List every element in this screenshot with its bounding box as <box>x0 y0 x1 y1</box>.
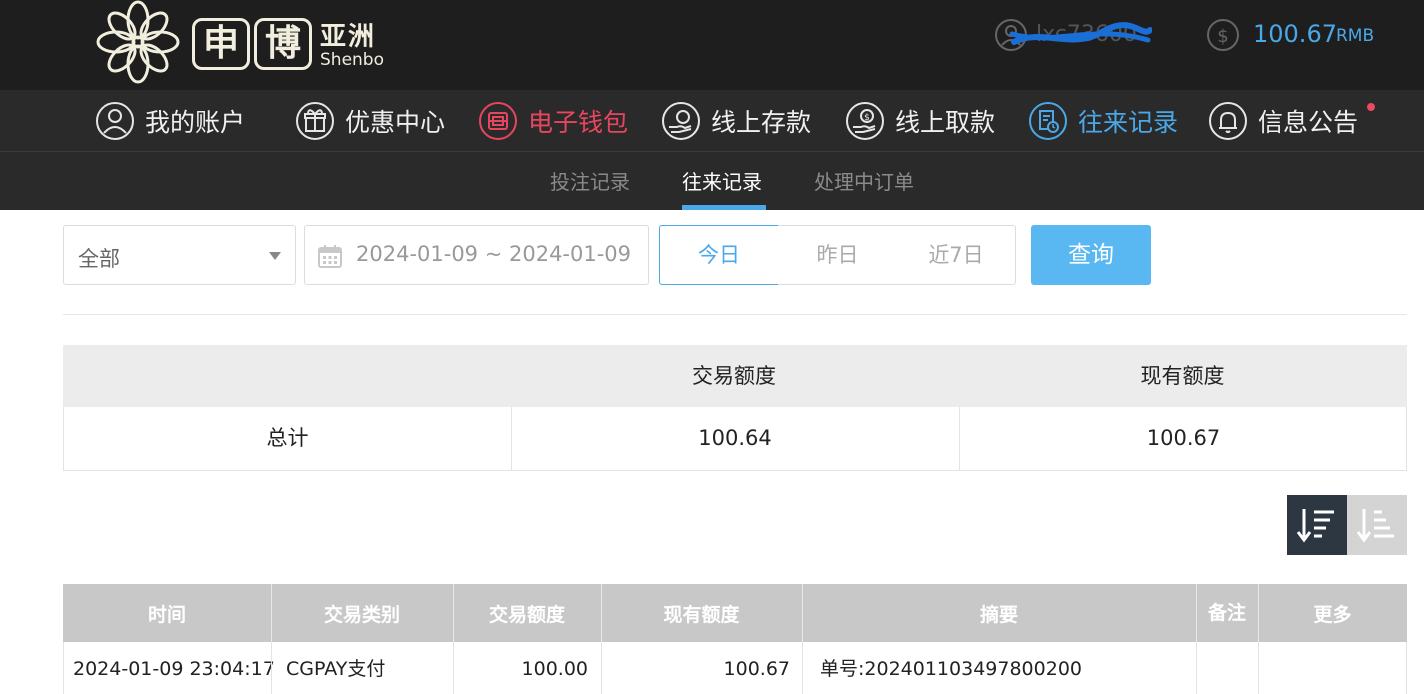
logo-char-box-2: 博 <box>254 18 312 70</box>
table-row: 2024-01-09 23:04:17 CGPAY支付 100.00 100.6… <box>63 642 1407 694</box>
query-button[interactable]: 查询 <box>1031 225 1151 285</box>
calendar-icon <box>318 245 342 268</box>
type-select[interactable]: 全部 <box>63 225 296 285</box>
cell-transaction-type: CGPAY支付 <box>286 658 386 680</box>
sort-descending-icon <box>1296 509 1334 543</box>
date-range-picker[interactable]: 2024-01-09 ~ 2024-01-09 <box>304 225 649 285</box>
logo-char-box-1: 申 <box>192 18 250 70</box>
top-bar: 申 博 亚洲 Shenbo lxc73600 $ 100.67 RMB <box>0 0 1424 90</box>
header-more: 更多 <box>1313 603 1352 626</box>
nav-announcements[interactable]: 信息公告 <box>1208 98 1358 144</box>
nav-promotions[interactable]: 优惠中心 <box>295 98 445 144</box>
main-nav: 我的账户 优惠中心 电子钱包 线上存款 $ 线上取款 往来记录 信息公告 <box>0 90 1424 152</box>
summary-transaction-amount: 100.64 <box>698 426 772 450</box>
today-button[interactable]: 今日 <box>659 225 779 285</box>
summary-total-label: 总计 <box>266 426 309 450</box>
nav-label: 我的账户 <box>145 108 246 137</box>
last-7-days-button[interactable]: 近7日 <box>897 225 1016 285</box>
cell-more[interactable] <box>1259 642 1407 694</box>
cell-separator <box>271 642 272 694</box>
cell-separator <box>802 642 803 694</box>
active-tab-underline <box>682 205 766 210</box>
nav-label: 线上存款 <box>711 108 812 137</box>
header-remark: 备注 <box>1207 602 1246 624</box>
cell-time: 2024-01-09 23:04:17 <box>73 658 275 680</box>
divider <box>63 314 1407 315</box>
nav-label: 信息公告 <box>1258 108 1359 137</box>
wallet-icon <box>479 102 517 140</box>
flower-logo-icon <box>96 0 180 84</box>
username-text: lxc73600 <box>1036 22 1137 47</box>
deposit-icon <box>662 102 700 140</box>
caret-down-icon <box>269 252 281 260</box>
withdraw-icon: $ <box>846 102 884 140</box>
cell-separator <box>1196 584 1197 642</box>
summary-header-cell <box>63 345 510 407</box>
sort-ascending-button[interactable] <box>1347 495 1407 555</box>
user-circle-icon <box>995 19 1027 51</box>
site-logo[interactable]: 申 博 亚洲 Shenbo <box>92 0 392 88</box>
bell-icon <box>1209 102 1247 140</box>
records-table-header: 时间 交易类别 交易额度 现有额度 摘要 备注 更多 <box>63 584 1407 642</box>
sort-ascending-icon <box>1356 509 1394 543</box>
notification-dot <box>1367 103 1375 111</box>
sort-descending-button[interactable] <box>1287 495 1347 555</box>
yesterday-button[interactable]: 昨日 <box>778 225 898 285</box>
summary-header-cell: 交易额度 <box>692 364 776 388</box>
nav-e-wallet[interactable]: 电子钱包 <box>478 98 628 144</box>
header-summary: 摘要 <box>979 603 1018 626</box>
cell-remark <box>1197 642 1259 694</box>
header-time: 时间 <box>147 603 186 626</box>
nav-label: 线上取款 <box>895 108 996 137</box>
sub-nav: 投注记录 往来记录 处理中订单 <box>0 152 1424 210</box>
balance-unit: RMB <box>1336 26 1375 46</box>
cell-transaction-amount: 100.00 <box>521 658 588 680</box>
header-transaction-type: 交易类别 <box>323 603 400 626</box>
balance-amount: 100.67 <box>1253 20 1337 48</box>
cell-summary: 单号:202401103497800200 <box>820 658 1082 680</box>
records-icon <box>1029 102 1067 140</box>
summary-header: 交易额度 现有额度 <box>63 345 1407 407</box>
type-select-value: 全部 <box>78 247 120 271</box>
cell-current-amount: 100.67 <box>723 658 790 680</box>
logo-english-text: Shenbo <box>320 50 384 70</box>
header-current-amount: 现有额度 <box>663 603 740 626</box>
summary-current-amount: 100.67 <box>1146 426 1221 450</box>
user-circle-icon <box>96 102 134 140</box>
tab-pending-orders[interactable]: 处理中订单 <box>814 166 914 195</box>
tab-bet-records[interactable]: 投注记录 <box>550 166 630 195</box>
nav-label: 往来记录 <box>1078 108 1179 137</box>
nav-transaction-records[interactable]: 往来记录 <box>1028 98 1178 144</box>
nav-my-account[interactable]: 我的账户 <box>95 98 245 144</box>
tab-transaction-records[interactable]: 往来记录 <box>682 166 762 195</box>
nav-label: 优惠中心 <box>345 108 446 137</box>
svg-text:$: $ <box>1217 26 1228 47</box>
svg-text:$: $ <box>864 113 870 123</box>
gift-icon <box>296 102 334 140</box>
nav-online-deposit[interactable]: 线上存款 <box>661 98 811 144</box>
date-range-text: 2024-01-09 ~ 2024-01-09 <box>356 242 632 266</box>
summary-header-cell: 现有额度 <box>1140 364 1225 388</box>
nav-online-withdraw[interactable]: $ 线上取款 <box>845 98 995 144</box>
header-transaction-amount: 交易额度 <box>488 603 565 626</box>
logo-chinese-text: 亚洲 <box>320 22 377 52</box>
summary-row: 总计 100.64 100.67 <box>63 407 1407 471</box>
dollar-coin-icon: $ <box>1207 19 1239 51</box>
nav-label: 电子钱包 <box>528 108 629 137</box>
